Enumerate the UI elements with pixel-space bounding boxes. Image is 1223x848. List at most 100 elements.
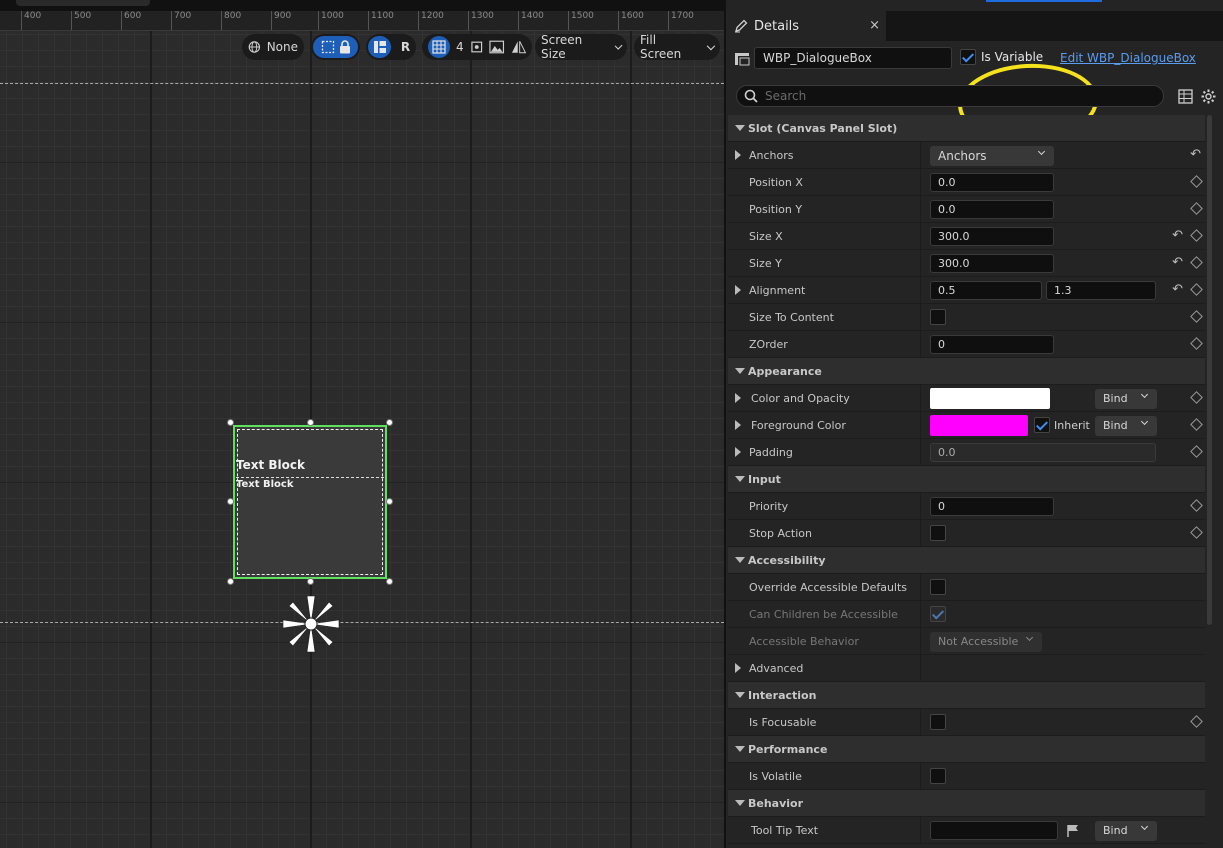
reset-arrow-icon[interactable]: ↶ (1172, 255, 1183, 270)
column-divider (920, 763, 921, 790)
prop-label: Foreground Color (751, 418, 846, 432)
position-y-input[interactable]: 0.0 (930, 200, 1054, 219)
keyframe-diamond-icon[interactable] (1190, 175, 1203, 188)
alignment-y-input[interactable]: 1.3 (1046, 281, 1156, 300)
inherit-toggle[interactable]: Inherit (1034, 417, 1090, 433)
reset-arrow-icon[interactable]: ↶ (1172, 282, 1183, 297)
inherit-checkbox[interactable] (1034, 417, 1050, 433)
stop-action-checkbox[interactable] (930, 525, 946, 541)
grid-major-line (470, 31, 472, 848)
keyframe-diamond-icon[interactable] (1190, 283, 1203, 296)
padding-input[interactable]: 0.0 (930, 443, 1156, 462)
reset-arrow-icon[interactable]: ↶ (1172, 228, 1183, 243)
resize-handle-left[interactable] (227, 498, 234, 505)
category-accessibility[interactable]: Accessibility (728, 547, 1205, 574)
grid-snap-toggle[interactable] (428, 36, 450, 58)
anchor-flower-icon[interactable] (279, 592, 343, 656)
zorder-input[interactable]: 0 (930, 335, 1054, 354)
size-to-content-checkbox[interactable] (930, 309, 946, 325)
resize-handle-top-left[interactable] (227, 419, 234, 426)
fill-screen-dropdown[interactable]: Fill Screen (634, 33, 720, 61)
category-appearance[interactable]: Appearance (728, 358, 1205, 385)
expand-arrow-icon[interactable] (735, 447, 741, 457)
keyframe-diamond-icon[interactable] (1190, 229, 1203, 242)
bind-dropdown[interactable]: Bind (1095, 389, 1157, 409)
table-view-icon[interactable] (1178, 89, 1193, 104)
grid-snap-value[interactable]: 4 (456, 40, 464, 54)
keyframe-diamond-icon[interactable] (1190, 715, 1203, 728)
category-performance[interactable]: Performance (728, 736, 1205, 763)
close-icon[interactable]: × (869, 18, 880, 33)
category-behavior[interactable]: Behavior (728, 790, 1205, 817)
keyframe-diamond-icon[interactable] (1190, 526, 1203, 539)
widget-name-input[interactable]: WBP_DialogueBox (754, 47, 952, 69)
size-x-input[interactable]: 300.0 (930, 227, 1054, 246)
editor-tab-fragment[interactable] (16, 0, 150, 6)
expand-arrow-icon[interactable] (735, 420, 741, 430)
gear-icon[interactable] (1201, 89, 1216, 104)
expand-arrow-icon[interactable] (735, 663, 741, 673)
selection-mode-button[interactable] (313, 36, 358, 58)
text-block-title[interactable]: Text Block (236, 458, 305, 472)
tooltip-text-input[interactable] (930, 821, 1058, 840)
expand-arrow-icon[interactable] (735, 150, 741, 160)
keyframe-diamond-icon[interactable] (1190, 499, 1203, 512)
details-tab[interactable]: Details × (726, 11, 886, 41)
r-toggle-button[interactable]: R (397, 36, 414, 58)
mirror-icon[interactable] (511, 40, 526, 54)
selected-widget[interactable]: Text Block Text Block (227, 419, 393, 585)
collapse-arrow-icon (735, 692, 745, 698)
image-icon[interactable] (489, 40, 505, 54)
widget-selection-frame[interactable] (233, 425, 387, 579)
designer-canvas[interactable]: 400 500 600 700 800 900 1000 1100 1200 1… (0, 0, 724, 848)
alignment-x-input[interactable]: 0.5 (930, 281, 1042, 300)
dpi-preview-button[interactable]: None (242, 34, 304, 60)
is-variable-checkbox[interactable] (960, 49, 976, 65)
is-focusable-checkbox[interactable] (930, 714, 946, 730)
priority-input[interactable]: 0 (930, 497, 1054, 516)
edit-widget-link[interactable]: Edit WBP_DialogueBox (1060, 51, 1196, 65)
resize-handle-bottom[interactable] (307, 578, 314, 585)
expand-arrow-icon[interactable] (735, 285, 741, 295)
keyframe-diamond-icon[interactable] (1190, 337, 1203, 350)
transform-icon[interactable] (470, 40, 484, 54)
accessible-behavior-dropdown: Not Accessible (930, 632, 1042, 652)
is-volatile-checkbox[interactable] (930, 768, 946, 784)
anchors-dropdown[interactable]: Anchors (930, 146, 1054, 166)
keyframe-diamond-icon[interactable] (1190, 391, 1203, 404)
resize-handle-bottom-right[interactable] (386, 578, 393, 585)
expand-arrow-icon[interactable] (735, 393, 741, 403)
keyframe-diamond-icon[interactable] (1190, 202, 1203, 215)
size-y-input[interactable]: 300.0 (930, 254, 1054, 273)
resize-handle-top-right[interactable] (386, 419, 393, 426)
screen-size-dropdown[interactable]: Screen Size (535, 33, 627, 61)
override-accessible-checkbox[interactable] (930, 579, 946, 595)
foreground-color-swatch[interactable] (930, 415, 1028, 436)
search-input[interactable]: Search (736, 85, 1164, 107)
category-input[interactable]: Input (728, 466, 1205, 493)
prop-stop-action: Stop Action (728, 520, 1205, 547)
bind-dropdown[interactable]: Bind (1095, 821, 1157, 841)
keyframe-diamond-icon[interactable] (1190, 310, 1203, 323)
flag-icon[interactable] (1066, 824, 1080, 838)
prop-advanced[interactable]: Advanced (728, 655, 1205, 682)
position-x-input[interactable]: 0.0 (930, 173, 1054, 192)
color-opacity-swatch[interactable] (930, 388, 1050, 409)
bind-dropdown[interactable]: Bind (1095, 416, 1157, 436)
text-block-sub[interactable]: Text Block (236, 477, 384, 490)
resize-handle-right[interactable] (386, 498, 393, 505)
layout-toggle-button[interactable] (368, 36, 392, 58)
category-interaction[interactable]: Interaction (728, 682, 1205, 709)
ruler-tick: 1700 (668, 11, 694, 30)
keyframe-diamond-icon[interactable] (1190, 256, 1203, 269)
chevron-down-icon (1140, 390, 1149, 399)
is-variable-toggle[interactable]: Is Variable (960, 49, 1043, 65)
resize-handle-bottom-left[interactable] (227, 578, 234, 585)
reset-arrow-icon[interactable]: ↶ (1190, 147, 1201, 162)
keyframe-diamond-icon[interactable] (1190, 445, 1203, 458)
ruler-tick: 1000 (318, 11, 344, 30)
resize-handle-top[interactable] (307, 419, 314, 426)
details-scrollbar[interactable] (1207, 115, 1212, 625)
category-slot[interactable]: Slot (Canvas Panel Slot) (728, 115, 1205, 142)
keyframe-diamond-icon[interactable] (1190, 418, 1203, 431)
